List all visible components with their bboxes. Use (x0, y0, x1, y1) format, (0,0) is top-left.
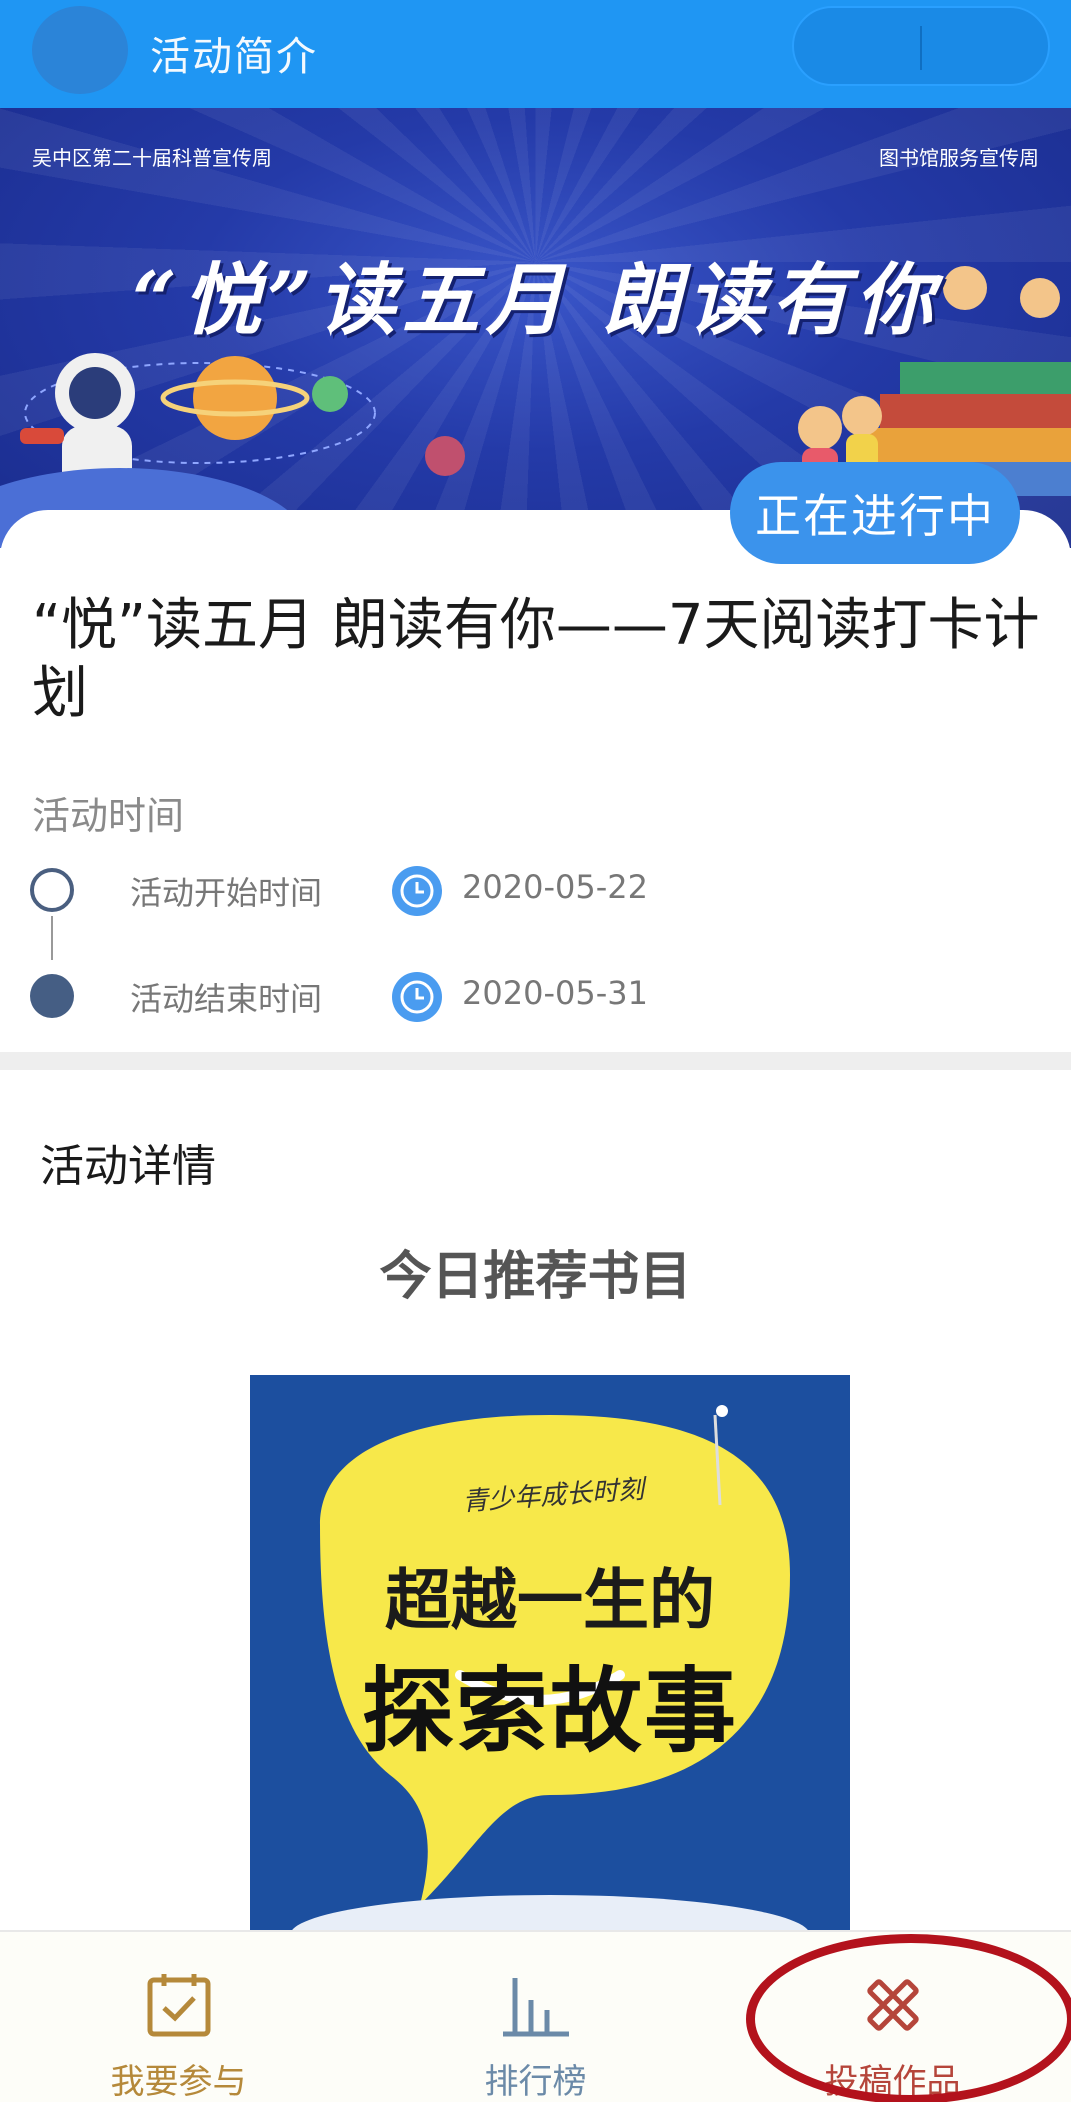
timeline-start-row: 活动开始时间 2020-05-22 (30, 858, 730, 916)
start-time-label: 活动开始时间 (130, 874, 323, 912)
nav-submit-work[interactable]: 投稿作品 (714, 1932, 1071, 2102)
section-divider (0, 1052, 1071, 1070)
bar-chart-icon (501, 1970, 571, 2040)
activity-time-label: 活动时间 (32, 794, 185, 838)
end-time-label: 活动结束时间 (130, 980, 323, 1018)
activity-details-label: 活动详情 (40, 1141, 216, 1192)
top-app-bar: 活动简介 (0, 0, 1071, 108)
bottom-nav: 我要参与 排行榜 投稿作品 (0, 1930, 1071, 2102)
timeline-connector (51, 916, 53, 960)
clock-icon (392, 972, 442, 1022)
capsule-divider (920, 26, 922, 70)
nav-ranking[interactable]: 排行榜 (357, 1932, 714, 2102)
calendar-check-icon (144, 1970, 214, 2040)
timeline-start-dot (30, 868, 74, 912)
page-title: 活动简介 (150, 34, 318, 80)
book-cover-image[interactable]: 青少年成长时刻 超越一生的 探索故事 (250, 1375, 850, 1935)
timeline-end-row: 活动结束时间 2020-05-31 (30, 964, 730, 1022)
banner-org-left: 吴中区第二十届科普宣传周 (32, 146, 272, 170)
activity-title: “悦”读五月 朗读有你——7天阅读打卡计划 (32, 593, 1040, 726)
timeline-end-dot (30, 974, 74, 1018)
banner-slogan: “悦”读五月 朗读有你 (132, 255, 939, 346)
avatar[interactable] (32, 6, 128, 94)
banner-org-right: 图书馆服务宣传周 (879, 146, 1039, 170)
start-date: 2020-05-22 (462, 868, 648, 906)
pencil-ruler-icon (858, 1970, 928, 2040)
nav-submit-label: 投稿作品 (824, 2062, 961, 2102)
nav-join[interactable]: 我要参与 (0, 1932, 357, 2102)
clock-icon (392, 866, 442, 916)
recommend-title: 今日推荐书目 (379, 1247, 692, 1307)
end-date: 2020-05-31 (462, 974, 648, 1012)
book-title-line-2: 探索故事 (361, 1658, 738, 1765)
mini-program-capsule[interactable] (792, 6, 1050, 86)
nav-join-label: 我要参与 (110, 2062, 247, 2102)
nav-ranking-label: 排行榜 (484, 2062, 587, 2102)
book-title-line-1: 超越一生的 (385, 1561, 715, 1639)
status-badge: 正在进行中 (730, 462, 1020, 564)
